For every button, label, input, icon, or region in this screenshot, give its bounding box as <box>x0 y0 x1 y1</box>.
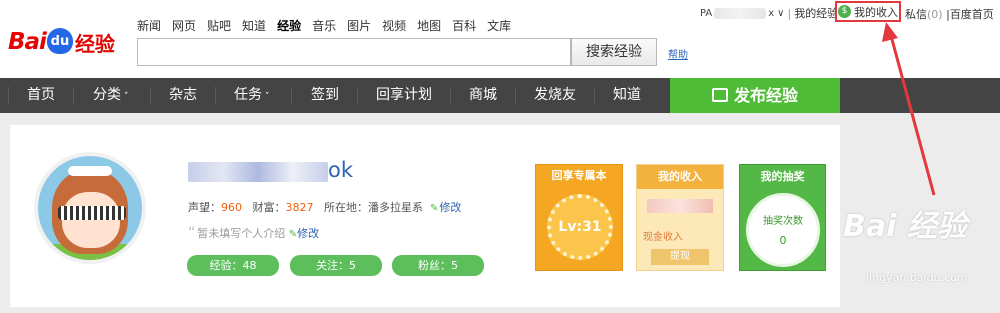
watermark-url: jingyan.baidu.com <box>866 271 968 284</box>
annotation-arrow-head <box>882 22 898 42</box>
annotation-arrow <box>882 22 936 196</box>
baidu-watermark: Bai 经验 jingyan.baidu.com <box>843 201 968 284</box>
watermark-brand: Bai 经验 <box>843 209 967 244</box>
annotation-arrow-line <box>888 31 936 196</box>
